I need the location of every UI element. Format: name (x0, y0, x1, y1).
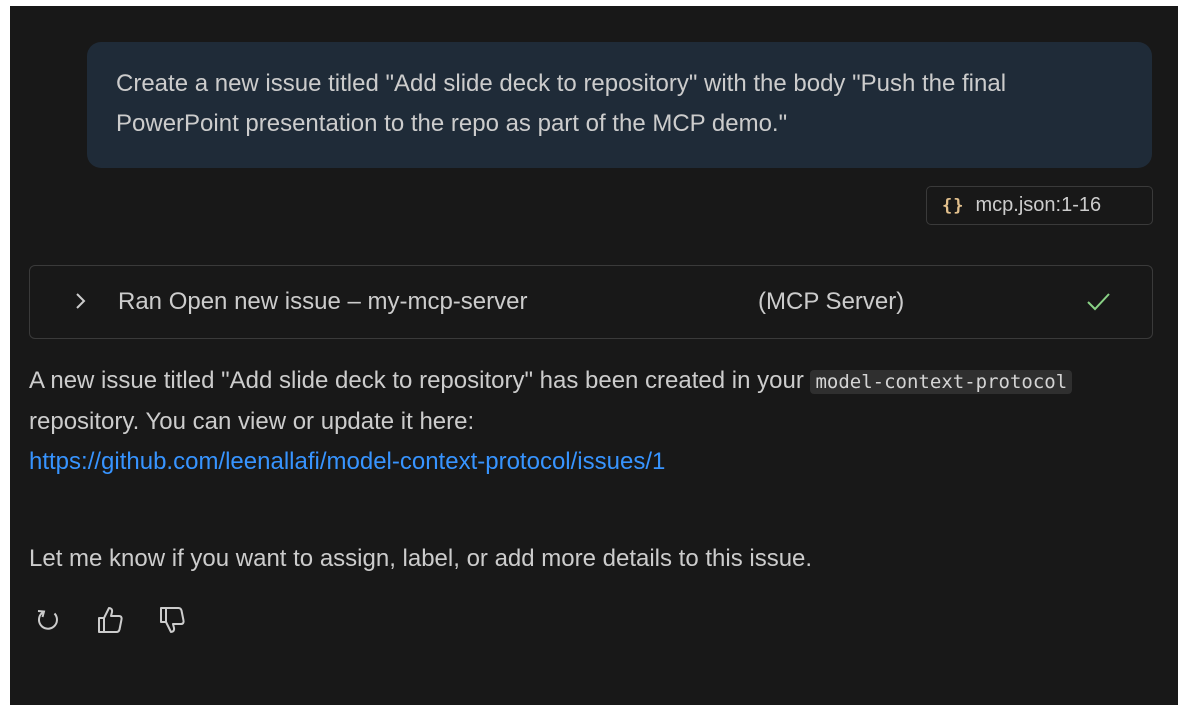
tool-call-row[interactable]: Ran Open new issue – my-mcp-server (MCP … (29, 265, 1153, 339)
user-message-bubble: Create a new issue titled "Add slide dec… (87, 42, 1152, 168)
response-followup: Let me know if you want to assign, label… (29, 545, 813, 572)
chevron-right-icon (76, 293, 86, 309)
tool-call-title: Ran Open new issue – my-mcp-server (118, 288, 528, 315)
json-braces-icon: {} (942, 195, 965, 216)
attachment-range: :1-16 (1055, 194, 1102, 216)
attachment-chip[interactable]: {} mcp.json:1-16 (926, 186, 1153, 225)
assistant-response: A new issue titled "Add slide deck to re… (29, 361, 1159, 482)
checkmark-icon (1087, 293, 1110, 311)
attachment-name: mcp.json (975, 194, 1056, 216)
tool-call-source: (MCP Server) (758, 288, 905, 315)
retry-icon[interactable] (32, 604, 64, 636)
chat-panel: Create a new issue titled "Add slide dec… (10, 6, 1178, 705)
response-text-start: A new issue titled "Add slide deck to re… (29, 367, 811, 394)
issue-link[interactable]: https://github.com/leenallafi/model-cont… (29, 448, 665, 475)
user-message-text: Create a new issue titled "Add slide dec… (116, 70, 1007, 137)
thumbs-down-icon[interactable] (156, 604, 188, 636)
thumbs-up-icon[interactable] (94, 604, 126, 636)
response-text-end: repository. You can view or update it he… (29, 408, 475, 435)
inline-code: model-context-protocol (810, 370, 1073, 394)
